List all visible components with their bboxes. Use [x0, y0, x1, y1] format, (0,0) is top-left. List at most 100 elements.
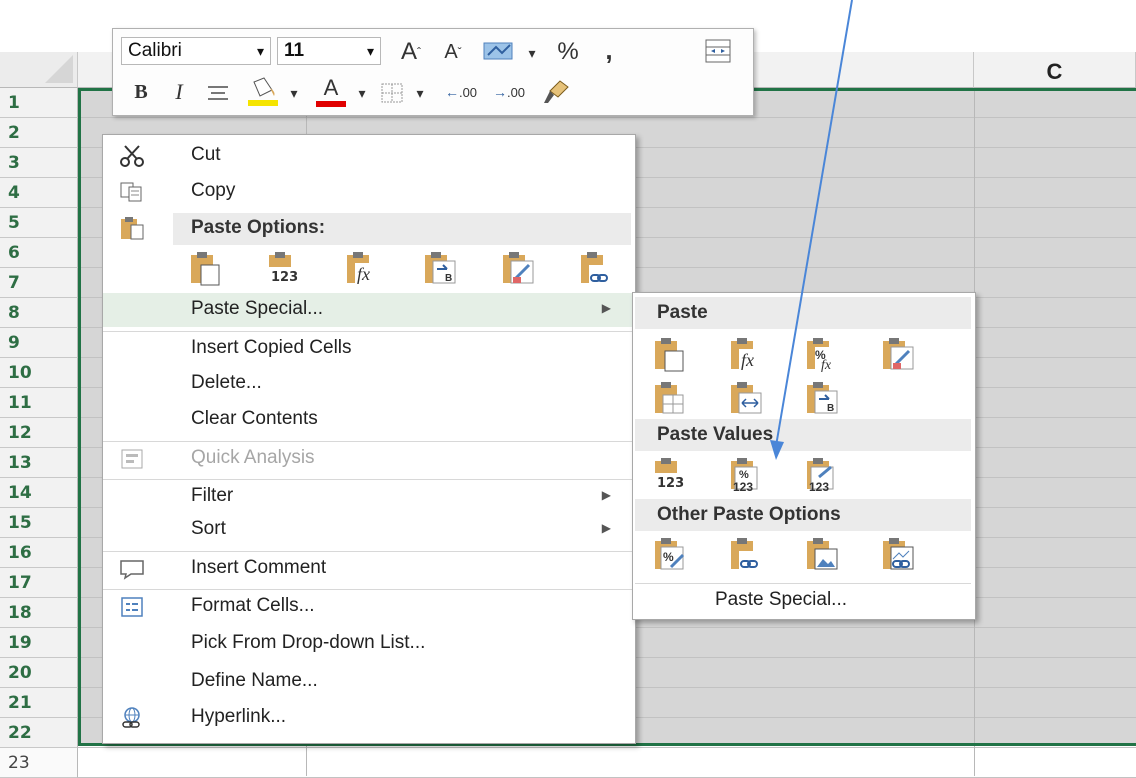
menu-item-label: Sort: [191, 518, 226, 539]
paste-icon[interactable]: [651, 335, 689, 375]
left-arrow-icon: ←: [444, 84, 459, 100]
borders-icon[interactable]: [377, 79, 407, 107]
row-header[interactable]: 2: [0, 118, 78, 148]
menu-item-quick-analysis[interactable]: Quick Analysis: [103, 441, 635, 475]
chevron-down-icon[interactable]: ▾: [411, 81, 429, 105]
menu-item-hyperlink[interactable]: Hyperlink...: [103, 701, 635, 735]
row-header[interactable]: 8: [0, 298, 78, 328]
merge-center-icon[interactable]: [703, 37, 733, 65]
fill-color-icon[interactable]: [243, 75, 283, 109]
column-header-c[interactable]: C: [974, 52, 1136, 88]
font-name-box[interactable]: Calibri ▾: [121, 37, 271, 65]
paste-transpose-icon[interactable]: B: [803, 379, 841, 419]
row-header[interactable]: 22: [0, 718, 78, 748]
format-painter-cells-icon[interactable]: [479, 37, 519, 67]
values-source-formatting-icon[interactable]: 123: [803, 455, 841, 495]
menu-item-insert-copied-cells[interactable]: Insert Copied Cells: [103, 331, 635, 365]
percent-style-button[interactable]: %: [551, 37, 585, 67]
paste-icon[interactable]: [187, 249, 225, 289]
row-header[interactable]: 16: [0, 538, 78, 568]
decrease-decimal-button[interactable]: → .00: [489, 77, 529, 107]
chevron-down-icon[interactable]: ▾: [285, 81, 303, 105]
format-painter-icon[interactable]: [537, 75, 575, 109]
row-header[interactable]: 17: [0, 568, 78, 598]
decrease-decimal-label: .00: [506, 84, 526, 100]
linked-picture-icon[interactable]: [879, 535, 917, 575]
paste-values-icon[interactable]: 123: [265, 249, 303, 289]
menu-item-paste-options: Paste Options:: [103, 211, 635, 245]
no-borders-icon[interactable]: [651, 379, 689, 419]
menu-item-sort[interactable]: Sort ▶: [103, 513, 635, 547]
paste-values-icon[interactable]: 123: [651, 455, 689, 495]
svg-text:B: B: [827, 403, 834, 414]
chevron-down-icon[interactable]: ▾: [523, 41, 541, 65]
keep-column-widths-icon[interactable]: [727, 379, 765, 419]
chevron-right-icon: ▶: [601, 488, 611, 502]
menu-item-label: Quick Analysis: [191, 447, 315, 468]
chevron-down-icon[interactable]: ▾: [367, 43, 374, 60]
paste-special-dialog-link[interactable]: Paste Special...: [633, 585, 973, 617]
increase-decimal-button[interactable]: ← .00: [441, 77, 481, 107]
chevron-down-icon[interactable]: ▾: [353, 81, 371, 105]
row-header[interactable]: 23: [0, 748, 78, 778]
paste-special-submenu: Paste fx% fx B Paste Values 123% 123 123 Ot…: [632, 292, 976, 620]
paste-formatting-icon[interactable]: %: [651, 535, 689, 575]
row-header[interactable]: 5: [0, 208, 78, 238]
menu-item-copy[interactable]: Copy: [103, 175, 635, 209]
row-header[interactable]: 1: [0, 88, 78, 118]
row-header[interactable]: 3: [0, 148, 78, 178]
paste-link-icon[interactable]: [727, 535, 765, 575]
menu-item-paste-special[interactable]: Paste Special... ▶: [103, 293, 635, 327]
row-header[interactable]: 14: [0, 478, 78, 508]
font-size-box[interactable]: 11 ▾: [277, 37, 381, 65]
row-header[interactable]: 18: [0, 598, 78, 628]
bold-button[interactable]: B: [129, 77, 153, 107]
paste-transpose-icon[interactable]: B: [421, 249, 459, 289]
menu-item-label: Clear Contents: [191, 408, 318, 429]
keep-source-formatting-icon[interactable]: [879, 335, 917, 375]
row-header[interactable]: 13: [0, 448, 78, 478]
values-number-format-icon[interactable]: % 123: [727, 455, 765, 495]
row-header[interactable]: 9: [0, 328, 78, 358]
chevron-down-icon[interactable]: ▾: [257, 43, 264, 60]
chevron-right-icon: ▶: [601, 521, 611, 535]
row-header[interactable]: 11: [0, 388, 78, 418]
row-header[interactable]: 20: [0, 658, 78, 688]
menu-item-cut[interactable]: Cut: [103, 139, 635, 173]
menu-item-filter[interactable]: Filter ▶: [103, 479, 635, 513]
row-header[interactable]: 15: [0, 508, 78, 538]
paste-picture-icon[interactable]: [803, 535, 841, 575]
comma-style-button[interactable]: ,: [597, 35, 621, 65]
menu-item-define-name[interactable]: Define Name...: [103, 665, 635, 699]
menu-item-format-cells[interactable]: Format Cells...: [103, 589, 635, 623]
menu-item-pick-from-list[interactable]: Pick From Drop-down List...: [103, 627, 635, 661]
row-header[interactable]: 7: [0, 268, 78, 298]
increase-font-label: A: [400, 38, 417, 65]
row-header[interactable]: 10: [0, 358, 78, 388]
row-header[interactable]: 6: [0, 238, 78, 268]
menu-item-label: Pick From Drop-down List...: [191, 632, 426, 653]
row-header[interactable]: 4: [0, 178, 78, 208]
menu-item-label: Cut: [191, 144, 221, 165]
svg-text:B: B: [445, 273, 452, 284]
svg-text:fx: fx: [821, 358, 832, 373]
font-color-icon[interactable]: A: [311, 75, 351, 109]
menu-item-insert-comment[interactable]: Insert Comment: [103, 551, 635, 585]
paste-formulas-icon[interactable]: fx: [727, 335, 765, 375]
row-header[interactable]: 12: [0, 418, 78, 448]
menu-item-label: Copy: [191, 180, 236, 201]
select-all-corner[interactable]: [0, 52, 78, 88]
increase-font-size-button[interactable]: Aˆ: [395, 37, 427, 67]
row-header[interactable]: 19: [0, 628, 78, 658]
paste-formulas-icon[interactable]: fx: [343, 249, 381, 289]
menu-item-clear-contents[interactable]: Clear Contents: [103, 403, 635, 437]
row-header[interactable]: 21: [0, 688, 78, 718]
align-center-icon[interactable]: [201, 79, 235, 107]
paste-formulas-number-format-icon[interactable]: % fx: [803, 335, 841, 375]
italic-button[interactable]: I: [167, 77, 191, 107]
paste-link-icon[interactable]: [577, 249, 615, 289]
paste-formatting-icon[interactable]: [499, 249, 537, 289]
right-arrow-icon: →: [492, 84, 507, 100]
decrease-font-size-button[interactable]: Aˇ: [437, 37, 469, 67]
menu-item-delete[interactable]: Delete...: [103, 367, 635, 401]
